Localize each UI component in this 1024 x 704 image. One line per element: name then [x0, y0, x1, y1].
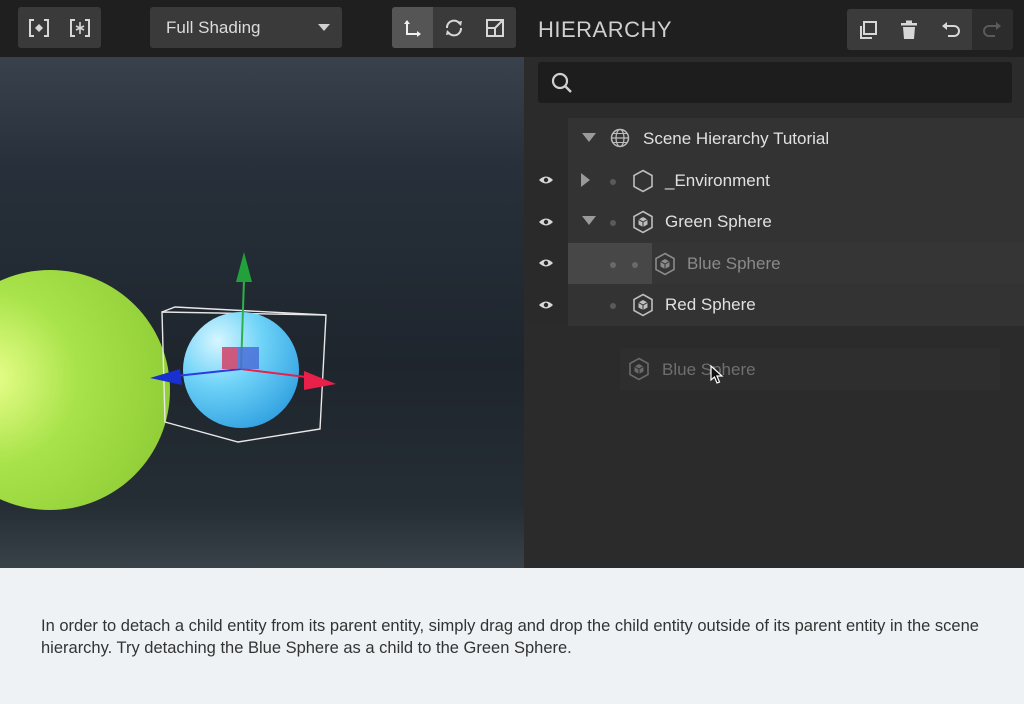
scale-icon: [485, 18, 504, 37]
tree-line-dot: [632, 261, 638, 268]
tree-item-label: Red Sphere: [665, 295, 756, 314]
globe-icon: [610, 128, 630, 148]
tree-item-body[interactable]: Blue Sphere: [568, 242, 1024, 284]
hierarchy-panel: HIERARCHY Scene Hierarchy Tutorial _Envi…: [524, 0, 1024, 568]
drag-ghost: Blue Sphere: [620, 348, 1000, 390]
hexagon-icon: [633, 169, 653, 192]
visibility-toggle[interactable]: [524, 284, 568, 326]
tree-line-dot: [610, 178, 616, 185]
search-icon: [551, 72, 572, 93]
rotate-tool-button[interactable]: [433, 7, 474, 48]
eye-icon: [539, 218, 553, 226]
delete-button[interactable]: [889, 9, 931, 50]
tree-item-label: _Environment: [665, 170, 770, 190]
drag-ghost-label: Blue Sphere: [662, 360, 756, 379]
tree-item-root[interactable]: Scene Hierarchy Tutorial: [524, 118, 1024, 160]
panel-title: HIERARCHY: [538, 17, 673, 42]
shading-mode-value: Full Shading: [166, 17, 261, 37]
instruction-text: In order to detach a child entity from i…: [41, 617, 979, 657]
scale-tool-button[interactable]: [474, 7, 515, 48]
entity-icon: [629, 357, 649, 381]
undo-icon: [941, 21, 960, 37]
focus-pivot-icon: [69, 18, 90, 37]
translate-tool-button[interactable]: [392, 7, 433, 48]
visibility-placeholder: [524, 118, 568, 160]
duplicate-button[interactable]: [847, 9, 889, 50]
eye-icon: [539, 176, 553, 184]
tree-line-dot: [610, 303, 616, 309]
hierarchy-header: HIERARCHY: [524, 0, 1024, 57]
chevron-down-icon: [318, 24, 330, 31]
expand-arrow-icon[interactable]: [582, 216, 596, 225]
tree-item-red-sphere[interactable]: Red Sphere: [524, 284, 1024, 326]
rotate-icon: [445, 19, 462, 36]
redo-icon: [983, 21, 1002, 37]
tree-item-label: Scene Hierarchy Tutorial: [643, 129, 830, 148]
tree-line-dot: [610, 220, 616, 226]
expand-arrow-icon[interactable]: [582, 133, 596, 142]
viewport-scene[interactable]: [0, 57, 524, 568]
tutorial-instruction: In order to detach a child entity from i…: [0, 568, 1024, 704]
scene-render: [0, 252, 336, 510]
hierarchy-actions: [847, 9, 1013, 50]
eye-icon: [539, 259, 553, 267]
tree-item-label: Blue Sphere: [687, 253, 781, 273]
editor-app: Full Shading HIERARCHY Scene Hierarchy T…: [0, 0, 1024, 568]
viewport-toolbar: Full Shading: [0, 0, 524, 57]
eye-icon: [539, 301, 553, 309]
duplicate-icon: [859, 20, 877, 39]
redo-button[interactable]: [971, 9, 1013, 50]
transform-gizmo[interactable]: [150, 252, 336, 390]
translate-icon: [403, 19, 421, 37]
undo-button[interactable]: [930, 9, 972, 50]
focus-pivot-button[interactable]: [59, 7, 100, 48]
visibility-toggle[interactable]: [524, 242, 568, 284]
delete-icon: [901, 20, 918, 39]
entity-icon: [633, 293, 653, 317]
mouse-cursor-icon: [710, 365, 724, 384]
expand-arrow-icon[interactable]: [581, 172, 590, 187]
focus-selection-button[interactable]: [18, 7, 59, 48]
visibility-toggle[interactable]: [524, 159, 568, 201]
tree-item-environment[interactable]: _Environment: [524, 159, 1024, 201]
hierarchy-search[interactable]: [538, 62, 1012, 103]
tree-item-body[interactable]: _Environment: [568, 159, 1024, 201]
shading-mode-select[interactable]: Full Shading: [150, 7, 342, 48]
search-input[interactable]: [584, 62, 1004, 103]
tree-item-body[interactable]: Scene Hierarchy Tutorial: [568, 118, 1024, 160]
visibility-toggle[interactable]: [524, 201, 568, 243]
focus-selection-icon: [28, 18, 49, 37]
tree-item-body[interactable]: Green Sphere: [568, 201, 1024, 243]
scene-viewport[interactable]: Full Shading: [0, 0, 524, 568]
entity-icon: [633, 210, 653, 234]
tree-line-dot: [610, 261, 616, 268]
tree-item-body[interactable]: Red Sphere: [568, 284, 1024, 326]
transform-tool-group: [392, 7, 516, 48]
tree-item-label: Green Sphere: [665, 212, 772, 231]
tree-item-green-sphere[interactable]: Green Sphere: [524, 201, 1024, 243]
tree-item-blue-sphere[interactable]: Blue Sphere: [524, 242, 1024, 284]
entity-icon: [655, 252, 675, 275]
focus-button-group: [18, 7, 101, 48]
green-sphere[interactable]: [0, 270, 170, 510]
